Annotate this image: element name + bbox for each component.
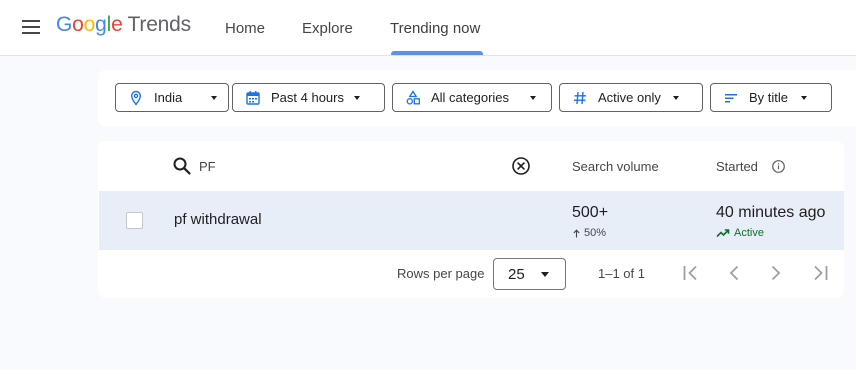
calendar-icon bbox=[246, 91, 260, 105]
chevron-down-icon bbox=[541, 272, 549, 277]
top-app-bar: Google Trends Home Explore Trending now bbox=[0, 0, 856, 56]
logo-letter: g bbox=[95, 13, 107, 36]
filters-bar: India Past 4 hours All categories Active… bbox=[98, 70, 856, 126]
chevron-down-icon bbox=[801, 96, 807, 100]
volume-change-percent: 50% bbox=[584, 227, 607, 239]
sort-icon bbox=[725, 94, 737, 103]
tab-explore[interactable]: Explore bbox=[302, 0, 353, 56]
category-shapes-icon bbox=[406, 90, 420, 105]
trend-status-filter-label: Active only bbox=[598, 90, 661, 105]
rows-per-page-label: Rows per page bbox=[397, 266, 485, 281]
time-range-filter-chip[interactable]: Past 4 hours bbox=[232, 83, 385, 112]
sort-filter-chip[interactable]: By title bbox=[710, 83, 832, 112]
clear-search-icon[interactable] bbox=[511, 156, 531, 176]
search-volume-value: 500+ bbox=[572, 204, 609, 221]
chevron-down-icon bbox=[673, 96, 679, 100]
last-page-icon[interactable] bbox=[809, 262, 831, 284]
trend-status-badge: Active bbox=[716, 227, 764, 239]
trend-status-label: Active bbox=[734, 227, 764, 239]
search-volume-change: 50% bbox=[572, 227, 606, 239]
category-filter-chip[interactable]: All categories bbox=[392, 83, 552, 112]
previous-page-icon[interactable] bbox=[723, 262, 745, 284]
active-tab-indicator bbox=[391, 51, 483, 55]
logo-letter: o bbox=[72, 13, 84, 36]
rows-per-page-select[interactable]: 25 bbox=[493, 258, 566, 290]
started-time: 40 minutes ago bbox=[716, 204, 826, 221]
trend-title[interactable]: pf withdrawal bbox=[174, 211, 262, 228]
menu-icon bbox=[22, 20, 40, 34]
google-trends-logo[interactable]: Google Trends bbox=[56, 13, 191, 37]
search-icon[interactable] bbox=[172, 156, 192, 176]
pagination-range: 1–1 of 1 bbox=[598, 266, 645, 281]
row-checkbox[interactable] bbox=[126, 212, 143, 229]
first-page-icon[interactable] bbox=[680, 262, 702, 284]
info-icon[interactable] bbox=[771, 159, 786, 174]
time-range-filter-label: Past 4 hours bbox=[271, 90, 344, 105]
logo-letter: e bbox=[111, 13, 123, 36]
location-filter-label: India bbox=[154, 90, 183, 105]
chevron-down-icon bbox=[354, 96, 360, 100]
trends-wordmark: Trends bbox=[127, 13, 192, 36]
trending-up-icon bbox=[716, 229, 730, 238]
chevron-down-icon bbox=[211, 96, 217, 100]
main-menu-button[interactable] bbox=[18, 14, 44, 40]
tab-home[interactable]: Home bbox=[225, 0, 265, 56]
logo-letter: o bbox=[83, 13, 96, 36]
location-pin-icon bbox=[130, 90, 142, 106]
column-header-search-volume[interactable]: Search volume bbox=[572, 159, 659, 174]
google-wordmark: Google bbox=[56, 13, 123, 37]
chevron-down-icon bbox=[530, 96, 536, 100]
column-header-started[interactable]: Started bbox=[716, 159, 758, 174]
hashtag-icon bbox=[574, 91, 586, 105]
category-filter-label: All categories bbox=[431, 90, 510, 105]
next-page-icon[interactable] bbox=[765, 262, 787, 284]
location-filter-chip[interactable]: India bbox=[115, 83, 229, 112]
rows-per-page-value: 25 bbox=[508, 266, 525, 283]
arrow-up-icon bbox=[573, 228, 580, 237]
search-input[interactable]: PF bbox=[199, 159, 216, 174]
sort-filter-label: By title bbox=[749, 90, 789, 105]
logo-letter: G bbox=[56, 13, 73, 36]
trend-status-filter-chip[interactable]: Active only bbox=[559, 83, 703, 112]
tab-trending-now[interactable]: Trending now bbox=[390, 0, 480, 56]
